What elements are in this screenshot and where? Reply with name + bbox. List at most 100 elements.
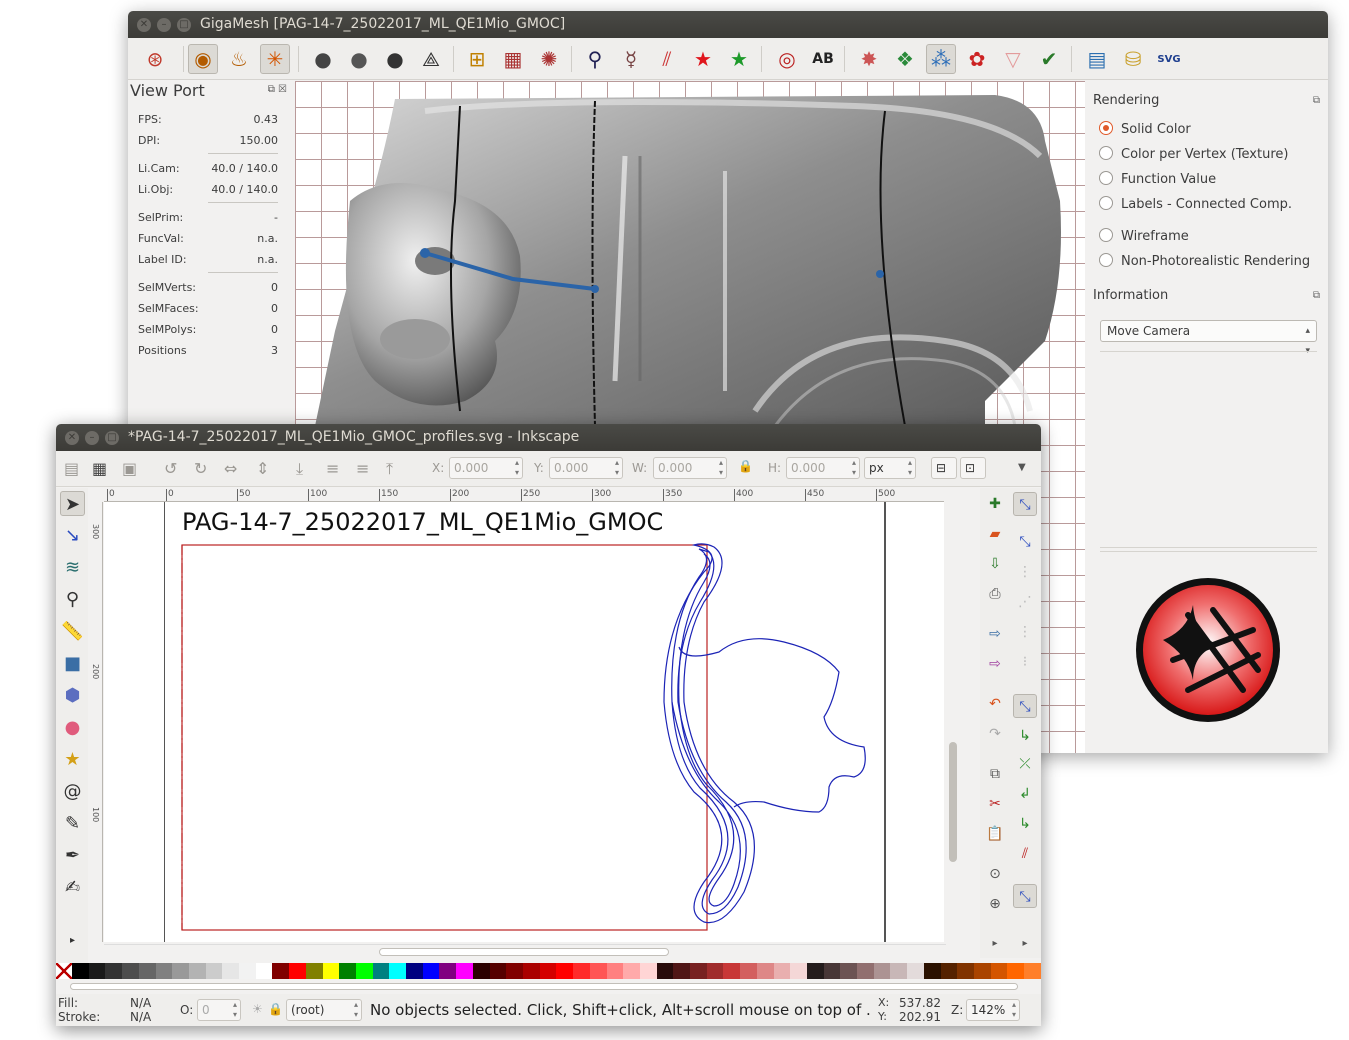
layer-select[interactable]: (root) ▴ ▾: [286, 999, 362, 1021]
radio-function-value[interactable]: Function Value: [1099, 171, 1216, 187]
commands-more-icon[interactable]: ▸: [983, 932, 1007, 956]
scrollbar-thumb[interactable]: [949, 742, 957, 862]
zoom-drawing-icon[interactable]: ⊕: [983, 892, 1007, 916]
color-swatch[interactable]: [957, 963, 974, 979]
export-icon[interactable]: ⇨: [983, 652, 1007, 676]
tweak-tool-icon[interactable]: ≋: [60, 555, 85, 580]
palette-icon[interactable]: ▤: [1082, 44, 1112, 74]
color-swatch[interactable]: [272, 963, 290, 979]
radio-color-per-vertex[interactable]: Color per Vertex (Texture): [1099, 146, 1288, 162]
color-swatch[interactable]: [472, 963, 490, 979]
float-icon[interactable]: ⧉: [1313, 290, 1320, 301]
color-swatch[interactable]: [973, 963, 991, 979]
color-swatch[interactable]: [239, 963, 256, 979]
x-spinbox[interactable]: 0.000 ▴ ▾: [449, 457, 523, 479]
save-icon[interactable]: ⇩: [983, 552, 1007, 576]
scale-stroke-icon[interactable]: ⊟: [931, 457, 957, 479]
color-swatch[interactable]: [322, 963, 340, 979]
rotate-ccw-icon[interactable]: ↺: [164, 459, 177, 478]
color-swatch[interactable]: [656, 963, 674, 979]
radio-icon[interactable]: [1099, 228, 1113, 242]
raise-top-icon[interactable]: ⤒: [386, 459, 393, 479]
ab-icon[interactable]: AB: [808, 44, 838, 74]
radio-npr[interactable]: Non-Photorealistic Rendering: [1099, 253, 1310, 269]
scrollbar-thumb[interactable]: [379, 948, 669, 956]
close-icon[interactable]: ✕: [137, 18, 151, 32]
color-swatch[interactable]: [756, 963, 774, 979]
radio-icon[interactable]: [1099, 253, 1113, 267]
color-swatch[interactable]: [990, 963, 1008, 979]
panel-float-close-icons[interactable]: ⧉ ☒: [268, 84, 287, 95]
color-swatch[interactable]: [639, 963, 657, 979]
star-tool-icon[interactable]: ★: [60, 747, 85, 772]
ellipse-tool-icon[interactable]: ●: [60, 715, 85, 740]
target-icon[interactable]: ◎: [772, 44, 802, 74]
canvas-horizontal-scrollbar[interactable]: [104, 944, 946, 958]
green-cube-icon[interactable]: ❖: [890, 44, 920, 74]
color-swatch[interactable]: [773, 963, 791, 979]
red-green-badge-icon[interactable]: ✿: [962, 44, 992, 74]
svg-export-icon[interactable]: SVG: [1154, 44, 1184, 74]
mode-select[interactable]: Move Camera▴▾: [1100, 320, 1317, 356]
zoom-tool-icon[interactable]: ⚲: [60, 587, 85, 612]
print-icon[interactable]: ⎙: [983, 582, 1007, 606]
color-swatch[interactable]: [305, 963, 323, 979]
color-swatch[interactable]: [806, 963, 824, 979]
rotate-cw-icon[interactable]: ↻: [194, 459, 207, 478]
light-a-icon[interactable]: ✳: [260, 44, 290, 74]
color-swatch[interactable]: [506, 963, 523, 979]
color-swatch[interactable]: [222, 963, 240, 979]
snap-more-icon[interactable]: ▸: [1013, 932, 1037, 956]
sphere-m-icon[interactable]: ●: [308, 44, 338, 74]
raise-icon[interactable]: ≡: [356, 459, 369, 478]
color-swatch[interactable]: [422, 963, 440, 979]
color-swatch[interactable]: [72, 963, 89, 979]
toolbox-more-icon[interactable]: ▸: [60, 928, 85, 953]
flip-horizontal-icon[interactable]: ⇔: [224, 459, 237, 478]
color-swatch[interactable]: [1024, 963, 1041, 979]
toolbar-overflow-icon[interactable]: ▼: [1018, 462, 1026, 473]
strikethrough-icon[interactable]: ⫽: [652, 44, 682, 74]
color-swatch[interactable]: [88, 963, 106, 979]
color-swatch[interactable]: [389, 963, 407, 979]
radio-icon[interactable]: [1099, 121, 1113, 135]
select-all-icon[interactable]: ▤: [64, 459, 79, 478]
close-icon[interactable]: ✕: [65, 431, 79, 445]
eye-1-icon[interactable]: ◉: [188, 44, 218, 74]
snap-line-midpoint-icon[interactable]: ⫽: [1013, 842, 1037, 866]
color-swatch[interactable]: [489, 963, 507, 979]
color-swatch[interactable]: [823, 963, 841, 979]
undo-icon[interactable]: ↶: [983, 692, 1007, 716]
polar-grid-icon[interactable]: ✺: [534, 44, 564, 74]
radio-icon[interactable]: [1099, 171, 1113, 185]
inkscape-canvas[interactable]: PAG-14-7_25022017_ML_QE1Mio_GMOC: [104, 502, 944, 942]
color-swatch[interactable]: [372, 963, 390, 979]
color-swatch[interactable]: [105, 963, 123, 979]
canvas-vertical-scrollbar[interactable]: [946, 502, 960, 942]
no-paint-swatch[interactable]: [56, 963, 72, 979]
lock-icon[interactable]: 🔒: [738, 459, 753, 473]
select-all-layers-icon[interactable]: ▦: [92, 459, 107, 478]
snap-bbox-midpoint-icon[interactable]: ⋮: [1013, 620, 1037, 644]
color-swatch[interactable]: [907, 963, 924, 979]
color-palette[interactable]: [56, 963, 1041, 979]
deselect-icon[interactable]: ▣: [122, 459, 137, 478]
zoom-spinbox[interactable]: 142% ▴ ▾: [966, 999, 1020, 1021]
maximize-icon[interactable]: □: [177, 18, 191, 32]
color-swatch[interactable]: [255, 963, 273, 979]
grid-icon[interactable]: ▦: [498, 44, 528, 74]
color-swatch[interactable]: [706, 963, 724, 979]
light-2-icon[interactable]: ♨: [224, 44, 254, 74]
color-swatch[interactable]: [690, 963, 707, 979]
color-swatch[interactable]: [606, 963, 624, 979]
float-icon[interactable]: ⧉: [1313, 95, 1320, 106]
lower-bottom-icon[interactable]: ⤓: [296, 459, 303, 479]
snap-enable-icon[interactable]: ⤡: [1013, 492, 1037, 516]
color-swatch[interactable]: [172, 963, 189, 979]
search-plus-icon[interactable]: ⚲: [580, 44, 610, 74]
color-swatch[interactable]: [539, 963, 557, 979]
vertical-ruler[interactable]: 300 200 100: [89, 502, 103, 942]
color-swatch[interactable]: [923, 963, 941, 979]
layer-visibility-icon[interactable]: ☀: [252, 1002, 263, 1016]
color-swatch[interactable]: [138, 963, 156, 979]
